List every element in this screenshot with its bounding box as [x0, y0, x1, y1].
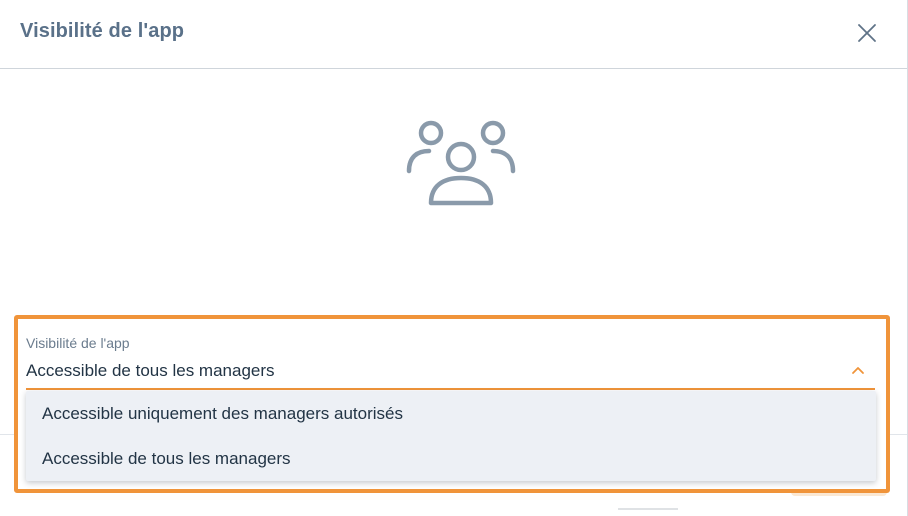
visibility-select-toggle[interactable]: [849, 363, 867, 377]
close-icon: [858, 24, 876, 42]
visibility-select-value[interactable]: Accessible de tous les managers: [26, 361, 275, 381]
footer-fragment: [618, 508, 678, 516]
visibility-select-underline: [26, 388, 875, 390]
close-button[interactable]: [852, 18, 882, 48]
users-group-icon: [403, 115, 519, 210]
option-authorized-managers[interactable]: Accessible uniquement des managers autor…: [26, 391, 876, 436]
chevron-up-icon: [852, 367, 864, 374]
visibility-dropdown-menu: Accessible uniquement des managers autor…: [26, 391, 876, 481]
visibility-select-label: Visibilité de l'app: [26, 335, 130, 351]
dialog-title: Visibilité de l'app: [20, 20, 185, 42]
option-all-managers[interactable]: Accessible de tous les managers: [26, 436, 876, 481]
app-visibility-dialog: Visibilité de l'app Visibilité de l'app …: [0, 0, 908, 516]
dialog-header: Visibilité de l'app: [0, 0, 907, 69]
